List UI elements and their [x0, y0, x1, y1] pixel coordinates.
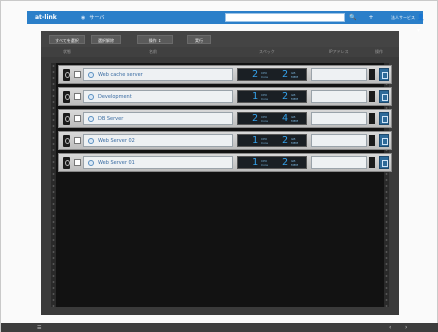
- search-icon[interactable]: 🔍: [347, 13, 359, 22]
- server-name-slot[interactable]: Development: [83, 90, 233, 103]
- cpu-count: 1: [252, 157, 259, 168]
- server-rack: Web cache server 2 CPU Core 2 GB MEM Dev…: [51, 63, 392, 307]
- spec-display: 1 CPU Core 2 GB MEM: [237, 90, 307, 103]
- server-name[interactable]: Web Server 02: [98, 138, 135, 144]
- ip-address-slot[interactable]: [311, 112, 367, 125]
- cpu-label: CPU Core: [261, 159, 268, 167]
- account-label[interactable]: 法人サービス: [391, 11, 415, 24]
- cpu-count: 2: [252, 69, 259, 80]
- power-button-icon[interactable]: [63, 157, 70, 169]
- ip-toggle-button[interactable]: [369, 69, 375, 80]
- server-checkbox[interactable]: [74, 71, 81, 78]
- server-panel: すべてを選択 選択解除 操作 ↕ 実行 状態 名前 スペック IPアドレス 操作…: [41, 31, 399, 315]
- server-checkbox[interactable]: [74, 115, 81, 122]
- next-page-icon[interactable]: ›: [405, 324, 407, 331]
- cpu-label: CPU Core: [261, 115, 268, 123]
- prev-page-icon[interactable]: ‹: [389, 324, 391, 331]
- column-header-spec: スペック: [259, 49, 275, 54]
- server-name[interactable]: Development: [98, 94, 132, 100]
- memory-label: GB MEM: [291, 71, 299, 79]
- ip-address-slot[interactable]: [311, 156, 367, 169]
- top-navigation-bar: at-link ◉ サーバ 🔍 + 法人サービス 👤▾: [27, 11, 424, 34]
- power-button-icon[interactable]: [63, 91, 70, 103]
- server-status-icon: [88, 116, 94, 122]
- cpu-count: 2: [252, 113, 259, 124]
- add-server-button[interactable]: +: [365, 13, 377, 22]
- ip-toggle-button[interactable]: [369, 91, 375, 102]
- power-button-icon[interactable]: [63, 135, 70, 147]
- column-header-name: 名前: [149, 49, 157, 54]
- server-checkbox[interactable]: [74, 93, 81, 100]
- nav-indicator-icon: ◉: [81, 14, 86, 21]
- server-status-icon: [88, 138, 94, 144]
- cpu-count: 1: [252, 91, 259, 102]
- power-button-icon[interactable]: [63, 113, 70, 125]
- server-row[interactable]: Web Server 02 1 CPU Core 2 GB MEM: [58, 131, 392, 150]
- ip-address-slot[interactable]: [311, 134, 367, 147]
- server-name[interactable]: Web Server 01: [98, 160, 135, 166]
- panel-toolbar: すべてを選択 選択解除 操作 ↕ 実行: [41, 31, 399, 47]
- ip-toggle-button[interactable]: [369, 113, 375, 124]
- user-menu-icon[interactable]: 👤▾: [417, 11, 424, 34]
- server-name-slot[interactable]: DB Server: [83, 112, 233, 125]
- cpu-count: 1: [252, 135, 259, 146]
- spec-display: 1 CPU Core 2 GB MEM: [237, 134, 307, 147]
- cpu-label: CPU Core: [261, 71, 268, 79]
- server-row[interactable]: Web cache server 2 CPU Core 2 GB MEM: [58, 65, 392, 84]
- power-button-icon[interactable]: [63, 69, 70, 81]
- nav-section-title[interactable]: サーバ: [89, 14, 104, 21]
- server-status-icon: [88, 160, 94, 166]
- memory-size: 4: [282, 113, 289, 124]
- execute-button[interactable]: 実行: [187, 35, 211, 44]
- column-header-status: 状態: [63, 49, 71, 54]
- cpu-label: CPU Core: [261, 93, 268, 101]
- server-name-slot[interactable]: Web Server 01: [83, 156, 233, 169]
- server-row[interactable]: Development 1 CPU Core 2 GB MEM: [58, 87, 392, 106]
- memory-size: 2: [282, 157, 289, 168]
- server-row[interactable]: DB Server 2 CPU Core 4 GB MEM: [58, 109, 392, 128]
- ip-toggle-button[interactable]: [369, 157, 375, 168]
- memory-label: GB MEM: [291, 115, 299, 123]
- server-name-slot[interactable]: Web Server 02: [83, 134, 233, 147]
- console-icon[interactable]: [379, 90, 389, 103]
- app-window: at-link ◉ サーバ 🔍 + 法人サービス 👤▾ すべてを選択 選択解除 …: [0, 0, 438, 332]
- column-header-ip: IPアドレス: [329, 49, 349, 54]
- server-status-icon: [88, 94, 94, 100]
- server-status-icon: [88, 72, 94, 78]
- spec-display: 1 CPU Core 2 GB MEM: [237, 156, 307, 169]
- action-select[interactable]: 操作 ↕: [137, 35, 173, 44]
- rack-rail-left: [52, 63, 55, 307]
- search-input[interactable]: [225, 13, 345, 22]
- server-checkbox[interactable]: [74, 159, 81, 166]
- console-icon[interactable]: [379, 134, 389, 147]
- console-icon[interactable]: [379, 68, 389, 81]
- ip-toggle-button[interactable]: [369, 135, 375, 146]
- column-header-console: 操作: [375, 49, 383, 54]
- ip-address-slot[interactable]: [311, 68, 367, 81]
- cpu-label: CPU Core: [261, 137, 268, 145]
- bottom-status-bar: ☰ ‹ ›: [1, 323, 438, 332]
- select-all-button[interactable]: すべてを選択: [49, 35, 85, 44]
- menu-icon[interactable]: ☰: [37, 325, 41, 331]
- server-name-slot[interactable]: Web cache server: [83, 68, 233, 81]
- memory-label: GB MEM: [291, 93, 299, 101]
- ip-address-slot[interactable]: [311, 90, 367, 103]
- memory-size: 2: [282, 69, 289, 80]
- memory-label: GB MEM: [291, 137, 299, 145]
- spec-display: 2 CPU Core 2 GB MEM: [237, 68, 307, 81]
- memory-size: 2: [282, 91, 289, 102]
- server-checkbox[interactable]: [74, 137, 81, 144]
- console-icon[interactable]: [379, 156, 389, 169]
- spec-display: 2 CPU Core 4 GB MEM: [237, 112, 307, 125]
- column-headers: 状態 名前 スペック IPアドレス 操作: [41, 47, 399, 57]
- brand-logo[interactable]: at-link: [35, 14, 71, 21]
- memory-size: 2: [282, 135, 289, 146]
- server-name[interactable]: Web cache server: [98, 72, 143, 78]
- memory-label: GB MEM: [291, 159, 299, 167]
- deselect-button[interactable]: 選択解除: [91, 35, 121, 44]
- server-name[interactable]: DB Server: [98, 116, 123, 122]
- console-icon[interactable]: [379, 112, 389, 125]
- server-row[interactable]: Web Server 01 1 CPU Core 2 GB MEM: [58, 153, 392, 172]
